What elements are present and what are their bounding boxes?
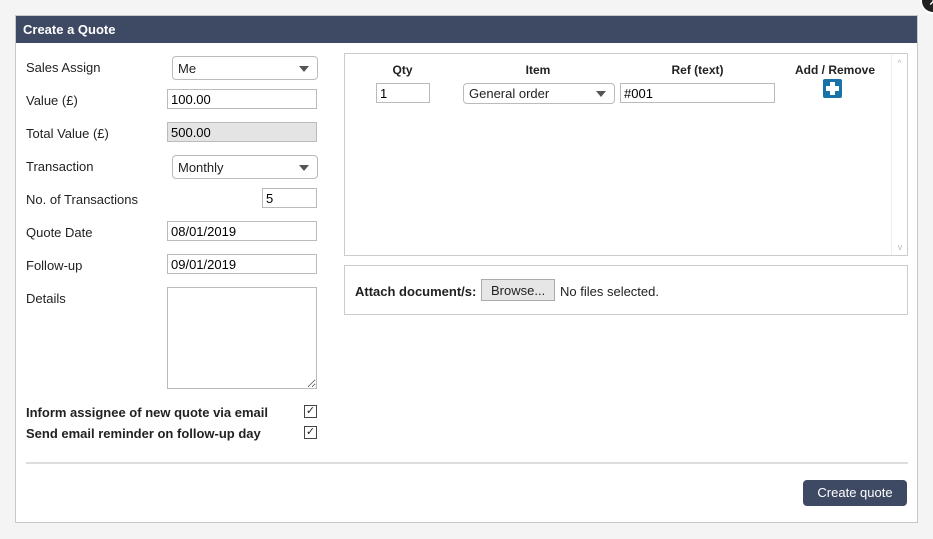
transaction-label: Transaction xyxy=(26,159,94,174)
value-input[interactable] xyxy=(167,89,317,109)
dialog-title: Create a Quote xyxy=(16,16,917,43)
create-quote-button[interactable]: Create quote xyxy=(803,480,907,506)
items-panel: Qty Item Ref (text) Add / Remove General… xyxy=(344,53,908,256)
reminder-checkbox[interactable]: ✓ xyxy=(304,426,317,439)
quote-date-label: Quote Date xyxy=(26,225,93,240)
add-row-icon[interactable] xyxy=(823,79,842,98)
ref-header: Ref (text) xyxy=(671,63,724,77)
sales-assign-label: Sales Assign xyxy=(26,60,101,75)
total-value-input xyxy=(167,122,317,142)
sales-assign-value: Me xyxy=(178,61,197,76)
quote-date-input[interactable] xyxy=(167,221,317,241)
divider xyxy=(26,462,908,464)
chevron-down-icon xyxy=(596,91,606,97)
chevron-down-icon xyxy=(299,66,309,72)
ref-input[interactable] xyxy=(620,83,775,103)
reminder-label: Send email reminder on follow-up day xyxy=(26,426,261,441)
item-select[interactable]: General order xyxy=(463,83,615,104)
details-label: Details xyxy=(26,291,66,306)
attach-label: Attach document/s: xyxy=(355,284,477,299)
transactions-count-label: No. of Transactions xyxy=(26,192,138,207)
sales-assign-select[interactable]: Me xyxy=(172,56,318,80)
attach-panel: Attach document/s: Browse... No files se… xyxy=(344,265,908,315)
item-header: Item xyxy=(525,63,551,77)
transaction-value: Monthly xyxy=(178,160,224,175)
followup-input[interactable] xyxy=(167,254,317,274)
followup-label: Follow-up xyxy=(26,258,83,273)
browse-button[interactable]: Browse... xyxy=(481,279,556,301)
transaction-select[interactable]: Monthly xyxy=(172,155,318,179)
add-remove-header: Add / Remove xyxy=(794,63,875,77)
transactions-count-input[interactable] xyxy=(262,188,317,208)
inform-label: Inform assignee of new quote via email xyxy=(26,405,269,420)
item-value: General order xyxy=(469,86,550,101)
chevron-down-icon xyxy=(299,165,309,171)
file-status: No files selected. xyxy=(560,284,659,299)
qty-header: Qty xyxy=(392,63,413,77)
qty-input[interactable] xyxy=(376,83,430,103)
details-textarea[interactable] xyxy=(167,287,317,389)
inform-checkbox[interactable]: ✓ xyxy=(304,405,317,418)
value-label: Value (£) xyxy=(26,93,78,108)
create-quote-dialog: Create a Quote Sales Assign Me Value (£)… xyxy=(15,15,918,523)
total-value-label: Total Value (£) xyxy=(26,126,109,141)
scrollbar[interactable]: ^ v xyxy=(891,54,907,255)
close-icon[interactable]: ✕ xyxy=(920,0,933,14)
